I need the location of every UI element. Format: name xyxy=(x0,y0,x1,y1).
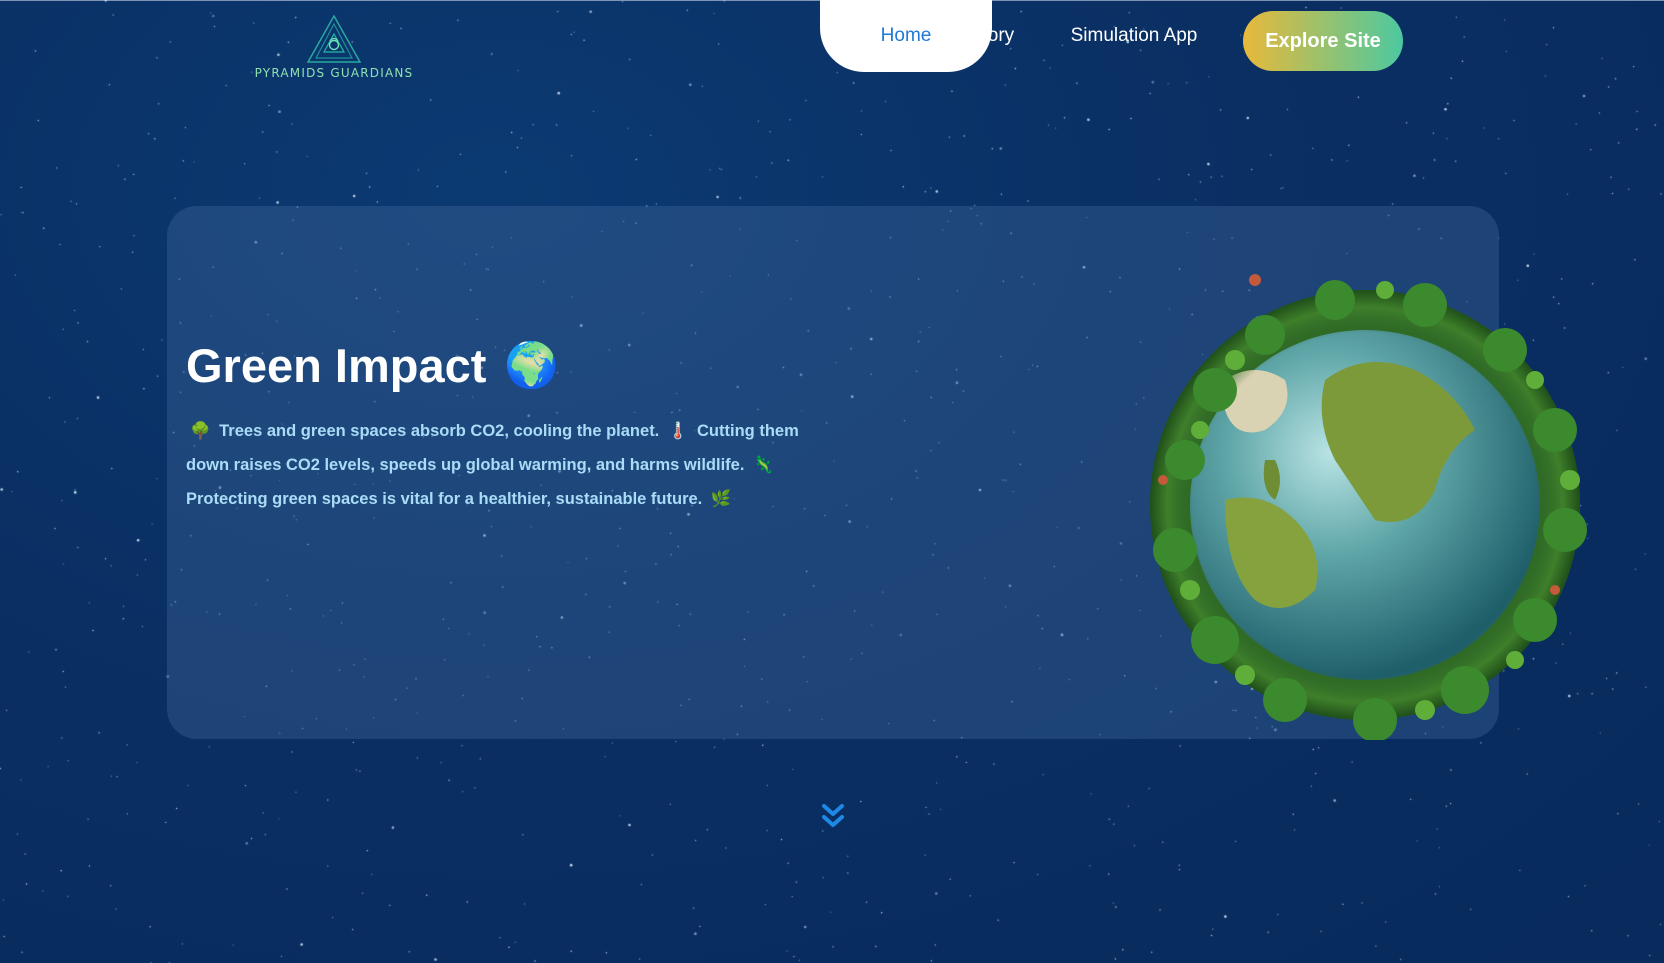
hero-title: Green Impact 🌍 xyxy=(186,338,559,393)
paragraph-sentence-1: Trees and green spaces absorb CO2, cooli… xyxy=(219,422,660,440)
nav-story[interactable]: Story xyxy=(962,0,1022,72)
green-earth-illustration xyxy=(1150,274,1587,740)
double-chevron-down-icon[interactable] xyxy=(820,802,846,830)
nav-simulation-app[interactable]: Simulation App xyxy=(1066,0,1202,72)
herb-emoji-icon: 🌿 xyxy=(710,489,732,508)
hero-title-text: Green Impact xyxy=(186,339,487,392)
pyramid-eye-icon xyxy=(306,14,362,63)
explore-site-button[interactable]: Explore Site xyxy=(1243,11,1403,71)
thermometer-emoji-icon: 🌡️ xyxy=(667,421,689,440)
globe-emoji-icon: 🌍 xyxy=(504,339,560,391)
paragraph-sentence-3: Protecting green spaces is vital for a h… xyxy=(186,490,703,508)
site-logo[interactable]: PYRAMIDS GUARDIANS xyxy=(254,14,414,86)
logo-text: PYRAMIDS GUARDIANS xyxy=(254,66,414,80)
hero-paragraph: 🌳 Trees and green spaces absorb CO2, coo… xyxy=(186,414,826,516)
tree-emoji-icon: 🌳 xyxy=(190,421,211,440)
lizard-emoji-icon: 🦎 xyxy=(753,455,774,474)
